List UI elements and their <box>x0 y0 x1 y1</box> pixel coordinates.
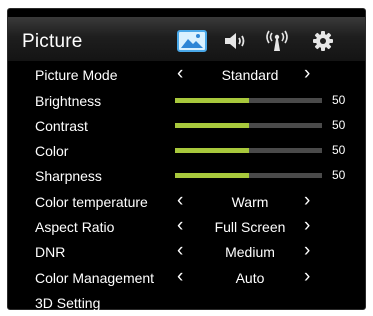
tab-network[interactable] <box>262 29 292 53</box>
menu-item-label: Aspect Ratio <box>35 219 115 235</box>
menu-item-label: Color Management <box>35 270 155 286</box>
slider-fill <box>175 173 249 178</box>
menu-item-label: DNR <box>35 244 66 260</box>
menu-item-picture-mode[interactable]: Picture Mode ‹ Standard › <box>8 63 365 88</box>
sharpness-slider[interactable] <box>175 173 322 178</box>
menu-item-label: Color <box>35 143 69 159</box>
chevron-left-icon[interactable]: ‹ <box>177 190 183 212</box>
menu-header: Picture <box>8 17 365 61</box>
menu-item-color-temperature[interactable]: Color temperature ‹ Warm › <box>8 190 365 215</box>
chevron-right-icon[interactable]: › <box>304 63 310 85</box>
chevron-right-icon[interactable]: › <box>304 266 310 288</box>
slider-fill <box>175 148 249 153</box>
menu-title: Picture <box>22 31 83 52</box>
picture-menu: Picture Picture Mode ‹ Standard › Bright… <box>7 8 366 311</box>
slider-value: 50 <box>332 168 346 182</box>
menu-item-value: Warm <box>231 194 269 210</box>
speaker-icon <box>225 33 245 49</box>
menu-item-color[interactable]: Color 50 <box>8 139 365 164</box>
menu-item-label: Color temperature <box>35 194 148 210</box>
tab-picture[interactable] <box>175 29 209 53</box>
slider-fill <box>175 123 249 128</box>
slider-value: 50 <box>332 118 346 132</box>
menu-item-brightness[interactable]: Brightness 50 <box>8 89 365 114</box>
contrast-slider[interactable] <box>175 123 322 128</box>
menu-item-label: Picture Mode <box>35 67 118 83</box>
menu-item-value: Standard <box>221 67 279 83</box>
chevron-left-icon[interactable]: ‹ <box>177 215 183 237</box>
chevron-right-icon[interactable]: › <box>304 190 310 212</box>
picture-icon <box>177 30 207 52</box>
tab-sound[interactable] <box>220 29 252 53</box>
menu-item-aspect-ratio[interactable]: Aspect Ratio ‹ Full Screen › <box>8 215 365 240</box>
menu-item-value: Medium <box>225 244 275 260</box>
antenna-icon <box>266 30 288 51</box>
menu-item-color-management[interactable]: Color Management ‹ Auto › <box>8 266 365 291</box>
menu-item-3d-setting[interactable]: 3D Setting <box>8 291 365 316</box>
chevron-left-icon[interactable]: ‹ <box>177 240 183 262</box>
chevron-right-icon[interactable]: › <box>304 215 310 237</box>
chevron-right-icon[interactable]: › <box>304 240 310 262</box>
slider-fill <box>175 98 249 103</box>
menu-item-label: Brightness <box>35 93 102 109</box>
menu-item-dnr[interactable]: DNR ‹ Medium › <box>8 240 365 265</box>
chevron-left-icon[interactable]: ‹ <box>177 63 183 85</box>
chevron-left-icon[interactable]: ‹ <box>177 266 183 288</box>
tab-settings[interactable] <box>308 29 338 53</box>
menu-item-value: Auto <box>235 270 265 286</box>
menu-item-label: 3D Setting <box>35 295 101 311</box>
menu-item-label: Sharpness <box>35 168 102 184</box>
menu-item-contrast[interactable]: Contrast 50 <box>8 114 365 139</box>
brightness-slider[interactable] <box>175 98 322 103</box>
slider-value: 50 <box>332 93 346 107</box>
menu-item-sharpness[interactable]: Sharpness 50 <box>8 164 365 189</box>
slider-value: 50 <box>332 143 346 157</box>
menu-item-value: Full Screen <box>214 219 286 235</box>
color-slider[interactable] <box>175 148 322 153</box>
menu-item-label: Contrast <box>35 118 88 134</box>
gear-icon <box>313 31 333 51</box>
